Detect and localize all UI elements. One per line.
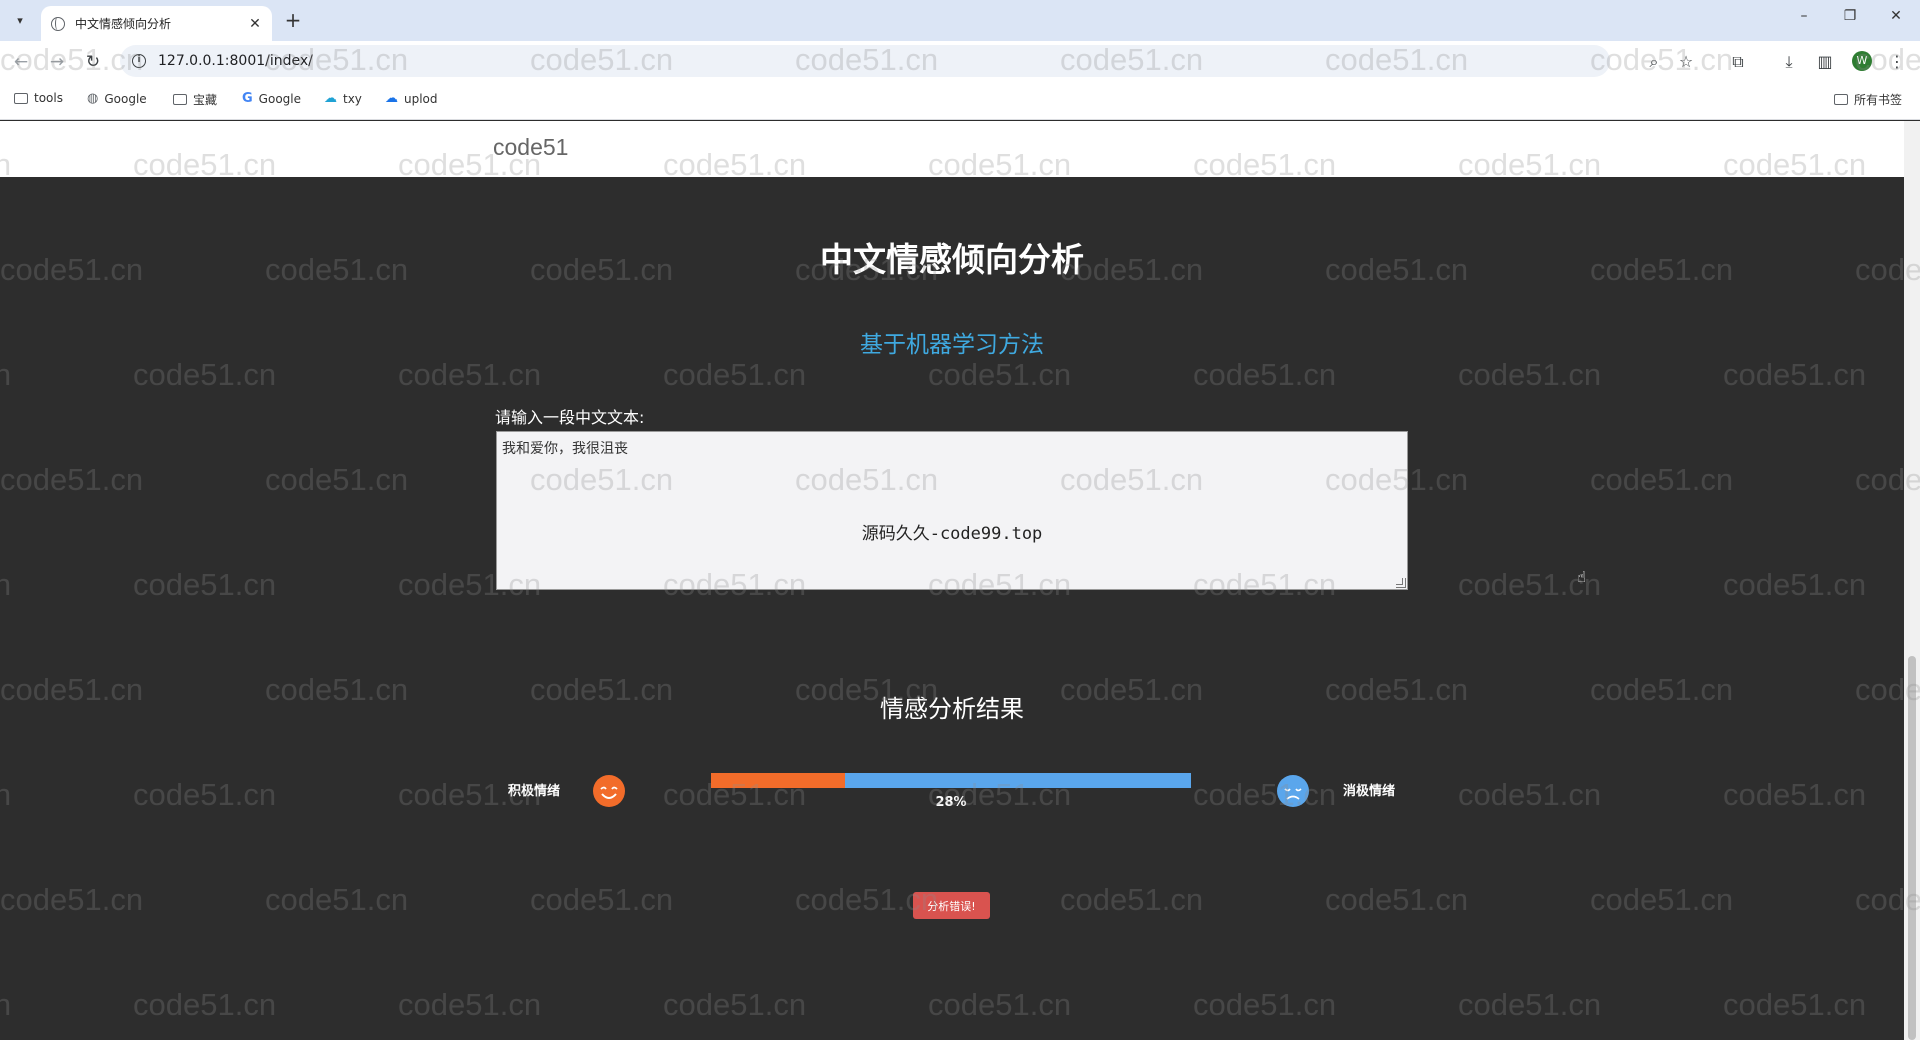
analysis-error-button[interactable]: 分析错误!	[913, 892, 990, 919]
folder-icon	[173, 94, 187, 105]
star-icon[interactable]: ☆	[1675, 51, 1697, 73]
url-text: 127.0.0.1:8001/index/	[158, 53, 313, 69]
bookmark-label: uplod	[404, 91, 438, 106]
folder-icon	[1834, 94, 1848, 105]
text-input-label: 请输入一段中文文本:	[495, 408, 645, 427]
resize-handle[interactable]	[1396, 578, 1406, 588]
info-icon[interactable]: i	[132, 54, 146, 68]
extensions-icon[interactable]: ⧉	[1727, 51, 1749, 73]
bookmark-label: 宝藏	[193, 93, 218, 107]
all-bookmarks-label: 所有书签	[1854, 93, 1903, 107]
sad-face-icon	[1277, 775, 1309, 807]
bookmark-label: Google	[104, 91, 147, 106]
bookmark-google-1[interactable]: ◍ Google	[87, 91, 147, 106]
side-panel-icon[interactable]: ▥	[1814, 51, 1836, 73]
minimize-button[interactable]: –	[1792, 8, 1816, 24]
bookmark-baozang[interactable]: 宝藏	[173, 91, 217, 108]
percent-text: 28%	[935, 795, 967, 810]
arrow-left-icon: ←	[13, 52, 29, 72]
site-brand[interactable]: code51	[493, 134, 568, 161]
folder-icon	[14, 92, 28, 104]
restore-button[interactable]: ❐	[1838, 8, 1862, 24]
sentiment-progress-bar	[711, 773, 1191, 788]
bookmark-tools[interactable]: tools	[14, 91, 63, 105]
result-title: 情感分析结果	[880, 695, 1024, 723]
bookmark-txy[interactable]: ☁ txy	[324, 91, 362, 106]
chevron-down-icon: ▾	[17, 13, 23, 27]
page-subtitle: 基于机器学习方法	[860, 332, 1044, 358]
overlay-watermark: 源码久久-code99.top	[861, 524, 1043, 544]
zoom-icon[interactable]: ⌕	[1643, 51, 1665, 73]
tab-close-button[interactable]: ✕	[246, 16, 264, 32]
globe-icon: ◍	[87, 91, 99, 106]
back-button[interactable]: ←	[10, 51, 32, 73]
negative-label: 消极情绪	[1343, 784, 1396, 799]
more-menu-icon[interactable]: ⋮	[1886, 51, 1908, 73]
cloud-icon: ☁	[385, 91, 398, 106]
bookmarks-bar: tools ◍ Google 宝藏 G Google ☁ txy ☁ uplod…	[0, 81, 1920, 120]
bookmark-uplod[interactable]: ☁ uplod	[385, 91, 438, 106]
bookmark-label: tools	[34, 91, 63, 105]
all-bookmarks[interactable]: 所有书签	[1834, 91, 1902, 108]
page-title: 中文情感倾向分析	[820, 240, 1084, 279]
arrow-right-icon: →	[49, 52, 65, 72]
site-navbar: code51	[0, 121, 1904, 177]
reload-icon: ↻	[85, 52, 101, 72]
tab-search-button[interactable]: ▾	[8, 9, 32, 31]
browser-tab[interactable]: 中文情感倾向分析 ✕	[41, 6, 272, 41]
new-tab-button[interactable]: +	[281, 9, 305, 31]
reload-button[interactable]: ↻	[82, 51, 104, 73]
forward-button[interactable]: →	[46, 51, 68, 73]
browser-toolbar: ← → ↻ i 127.0.0.1:8001/index/ ⌕ ☆ ⧉ ⤓ ▥ …	[0, 41, 1920, 81]
address-bar[interactable]: i 127.0.0.1:8001/index/	[120, 45, 1610, 77]
close-window-button[interactable]: ✕	[1884, 8, 1908, 24]
profile-avatar[interactable]: W	[1852, 51, 1872, 71]
tab-strip: ▾ 中文情感倾向分析 ✕ + – ❐ ✕	[0, 0, 1920, 41]
page-content: code51 中文情感倾向分析 基于机器学习方法 请输入一段中文文本: 我和爱你…	[0, 121, 1904, 1040]
bookmark-label: Google	[258, 91, 301, 106]
positive-fill	[711, 773, 846, 788]
bookmark-label: txy	[343, 91, 362, 106]
scrollbar-thumb[interactable]	[1908, 656, 1916, 1040]
google-icon: G	[242, 91, 253, 106]
bookmark-google-2[interactable]: G Google	[242, 91, 301, 106]
download-icon[interactable]: ⤓	[1778, 51, 1800, 73]
text-input-area[interactable]: 我和爱你，我很沮丧	[496, 431, 1408, 590]
hand-cursor-icon: ☝	[1577, 568, 1587, 586]
happy-face-icon	[593, 775, 625, 807]
tab-title: 中文情感倾向分析	[75, 17, 172, 31]
page-scrollbar[interactable]	[1904, 121, 1920, 1040]
globe-icon	[51, 16, 65, 31]
cloud-icon: ☁	[324, 91, 337, 106]
positive-label: 积极情绪	[508, 784, 561, 799]
